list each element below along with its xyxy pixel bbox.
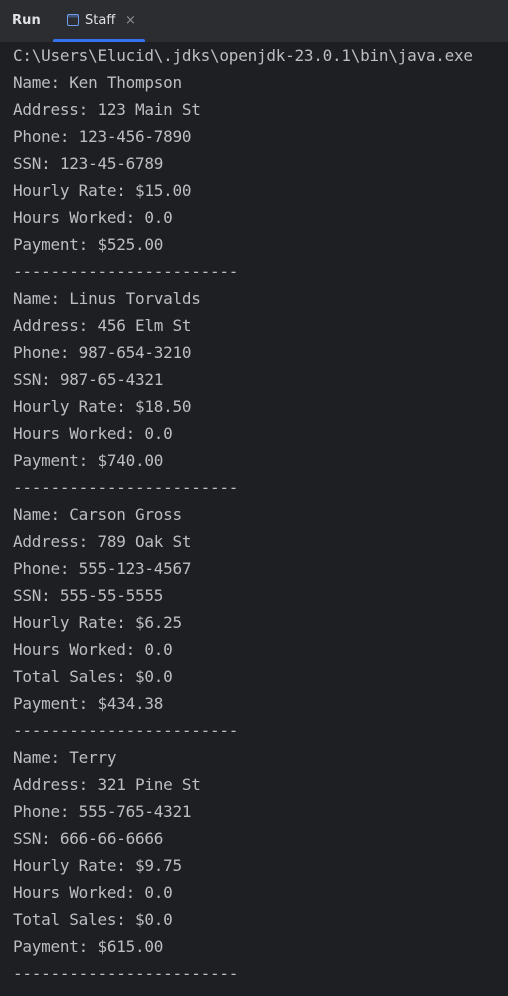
console-separator: ------------------------: [13, 478, 239, 497]
console-line: Hours Worked: 0.0: [13, 424, 173, 443]
console-line: Payment: $615.00: [13, 937, 164, 956]
console-line: Payment: $434.38: [13, 694, 164, 713]
console-line: SSN: 987-65-4321: [13, 370, 164, 389]
console-line: Hours Worked: 0.0: [13, 640, 173, 659]
console-line: Hourly Rate: $6.25: [13, 613, 182, 632]
console-output[interactable]: C:\Users\Elucid\.jdks\openjdk-23.0.1\bin…: [0, 42, 508, 996]
close-icon[interactable]: ×: [125, 13, 136, 28]
console-line: Hours Worked: 0.0: [13, 208, 173, 227]
console-line: Hourly Rate: $15.00: [13, 181, 192, 200]
run-tool-window-title: Run: [12, 13, 41, 28]
console-line: Total Sales: $0.0: [13, 667, 173, 686]
console-icon: [67, 14, 79, 26]
console-line: Phone: 555-123-4567: [13, 559, 192, 578]
console-separator: ------------------------: [13, 721, 239, 740]
console-separator: ------------------------: [13, 964, 239, 983]
console-line: Name: Terry: [13, 748, 117, 767]
console-line: Address: 321 Pine St: [13, 775, 201, 794]
console-line: Phone: 123-456-7890: [13, 127, 192, 146]
console-line: Name: Carson Gross: [13, 505, 182, 524]
console-line: SSN: 123-45-6789: [13, 154, 164, 173]
console-line: Phone: 987-654-3210: [13, 343, 192, 362]
console-line: Payment: $740.00: [13, 451, 164, 470]
console-line: Address: 123 Main St: [13, 100, 201, 119]
console-line: SSN: 666-66-6666: [13, 829, 164, 848]
tab-staff-label: Staff: [85, 13, 116, 28]
console-line: Total Sales: $0.0: [13, 910, 173, 929]
console-line: SSN: 555-55-5555: [13, 586, 164, 605]
console-separator: ------------------------: [13, 262, 239, 281]
console-line: Name: Linus Torvalds: [13, 289, 201, 308]
console-line: Name: Ken Thompson: [13, 73, 182, 92]
run-tab-bar: Run Staff ×: [0, 0, 508, 42]
tab-staff[interactable]: Staff ×: [53, 0, 145, 42]
run-tool-window: Run Staff × C:\Users\Elucid\.jdks\openjd…: [0, 0, 508, 996]
console-line: Hourly Rate: $9.75: [13, 856, 182, 875]
console-line: Payment: $525.00: [13, 235, 164, 254]
console-line: Hourly Rate: $18.50: [13, 397, 192, 416]
console-line: Address: 789 Oak St: [13, 532, 192, 551]
console-line: Hours Worked: 0.0: [13, 883, 173, 902]
console-line: Phone: 555-765-4321: [13, 802, 192, 821]
console-line: Address: 456 Elm St: [13, 316, 192, 335]
console-line: C:\Users\Elucid\.jdks\openjdk-23.0.1\bin…: [13, 46, 473, 65]
